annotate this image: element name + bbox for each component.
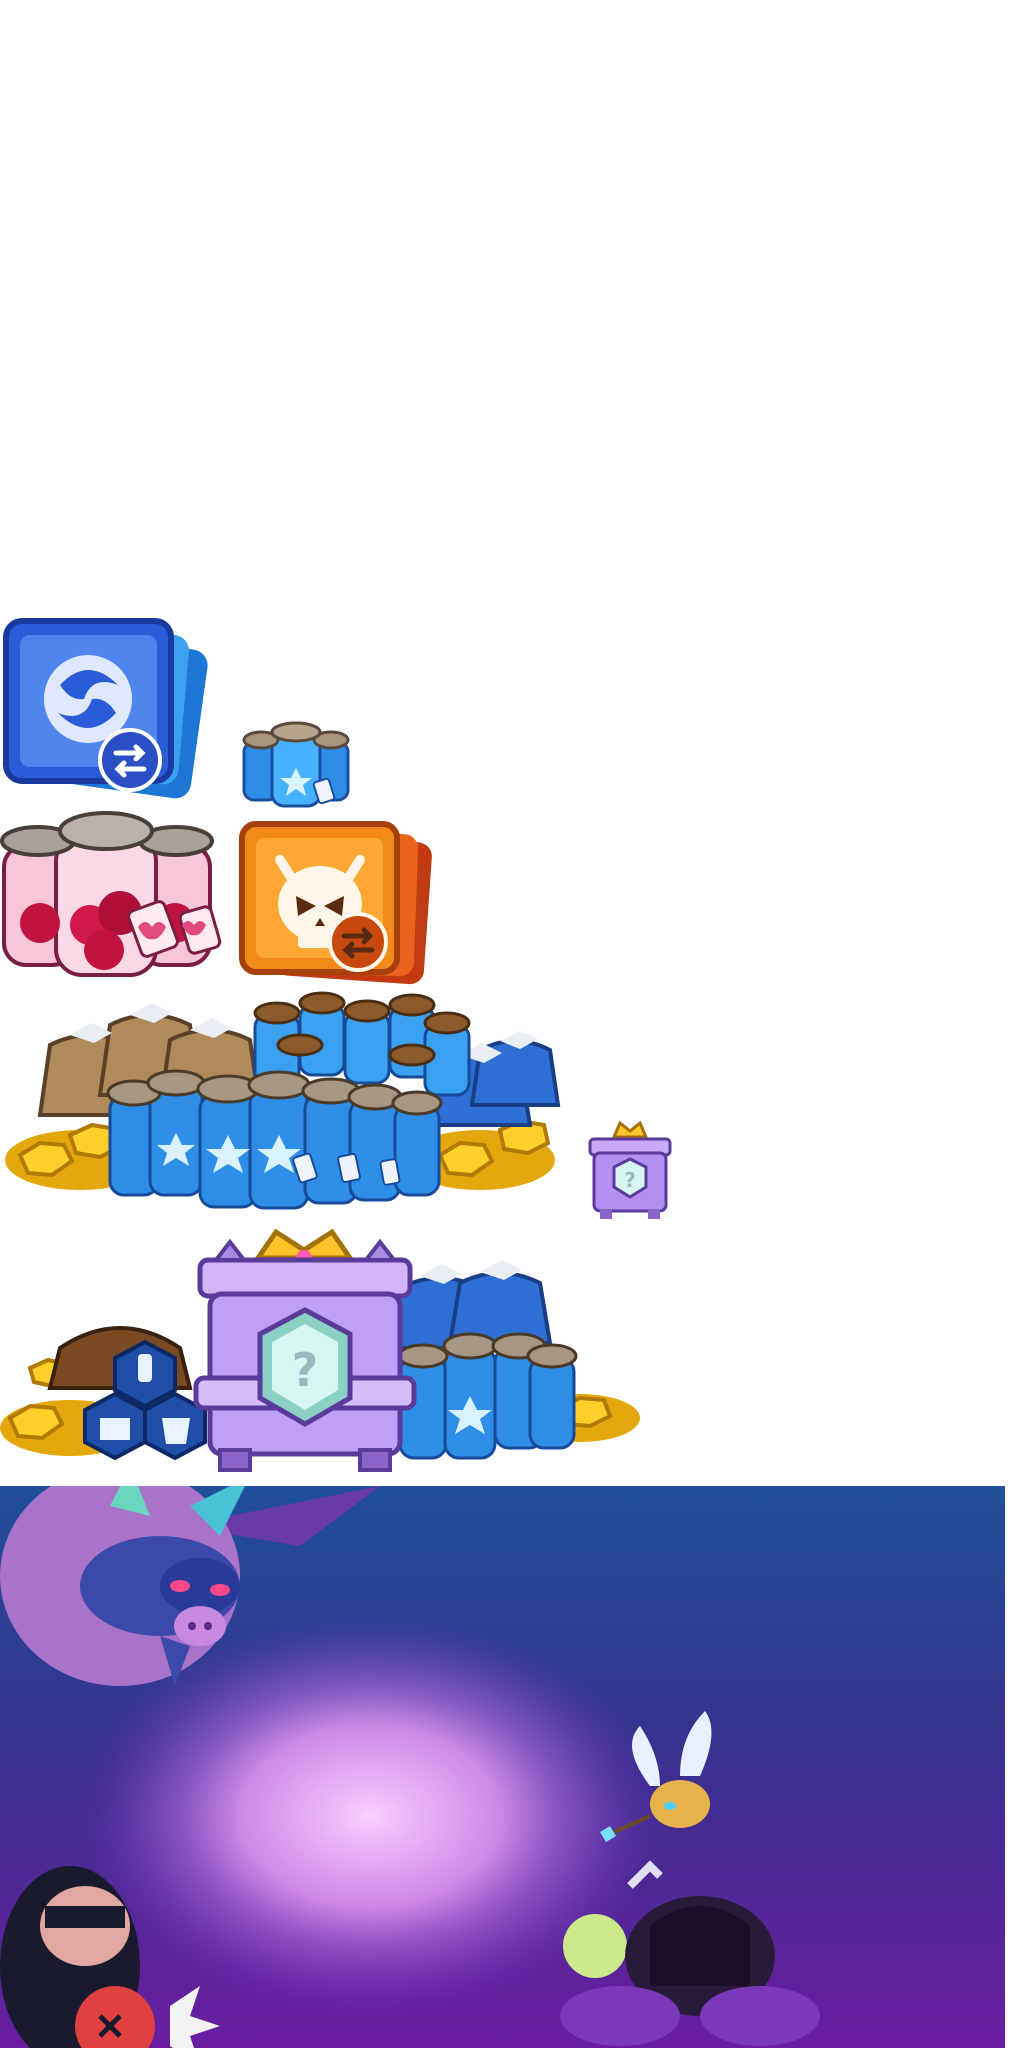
- battle-background-scene: [0, 1486, 1005, 2048]
- small-mana-jars-icon: [238, 720, 356, 815]
- royal-mystery-chest-hoard-icon: ?: [0, 1228, 640, 1483]
- heart-potion-jars-icon: [0, 805, 235, 980]
- empty-canvas-area: [0, 0, 1024, 600]
- orange-skull-swap-card-icon: [238, 820, 438, 985]
- treasure-hoard-icon: [0, 985, 575, 1225]
- chest-question-mark: ?: [624, 1168, 636, 1192]
- blue-swap-card-icon: [0, 615, 210, 800]
- small-mystery-chest-icon: ?: [580, 1115, 680, 1225]
- royal-chest-question-mark: ?: [292, 1343, 319, 1397]
